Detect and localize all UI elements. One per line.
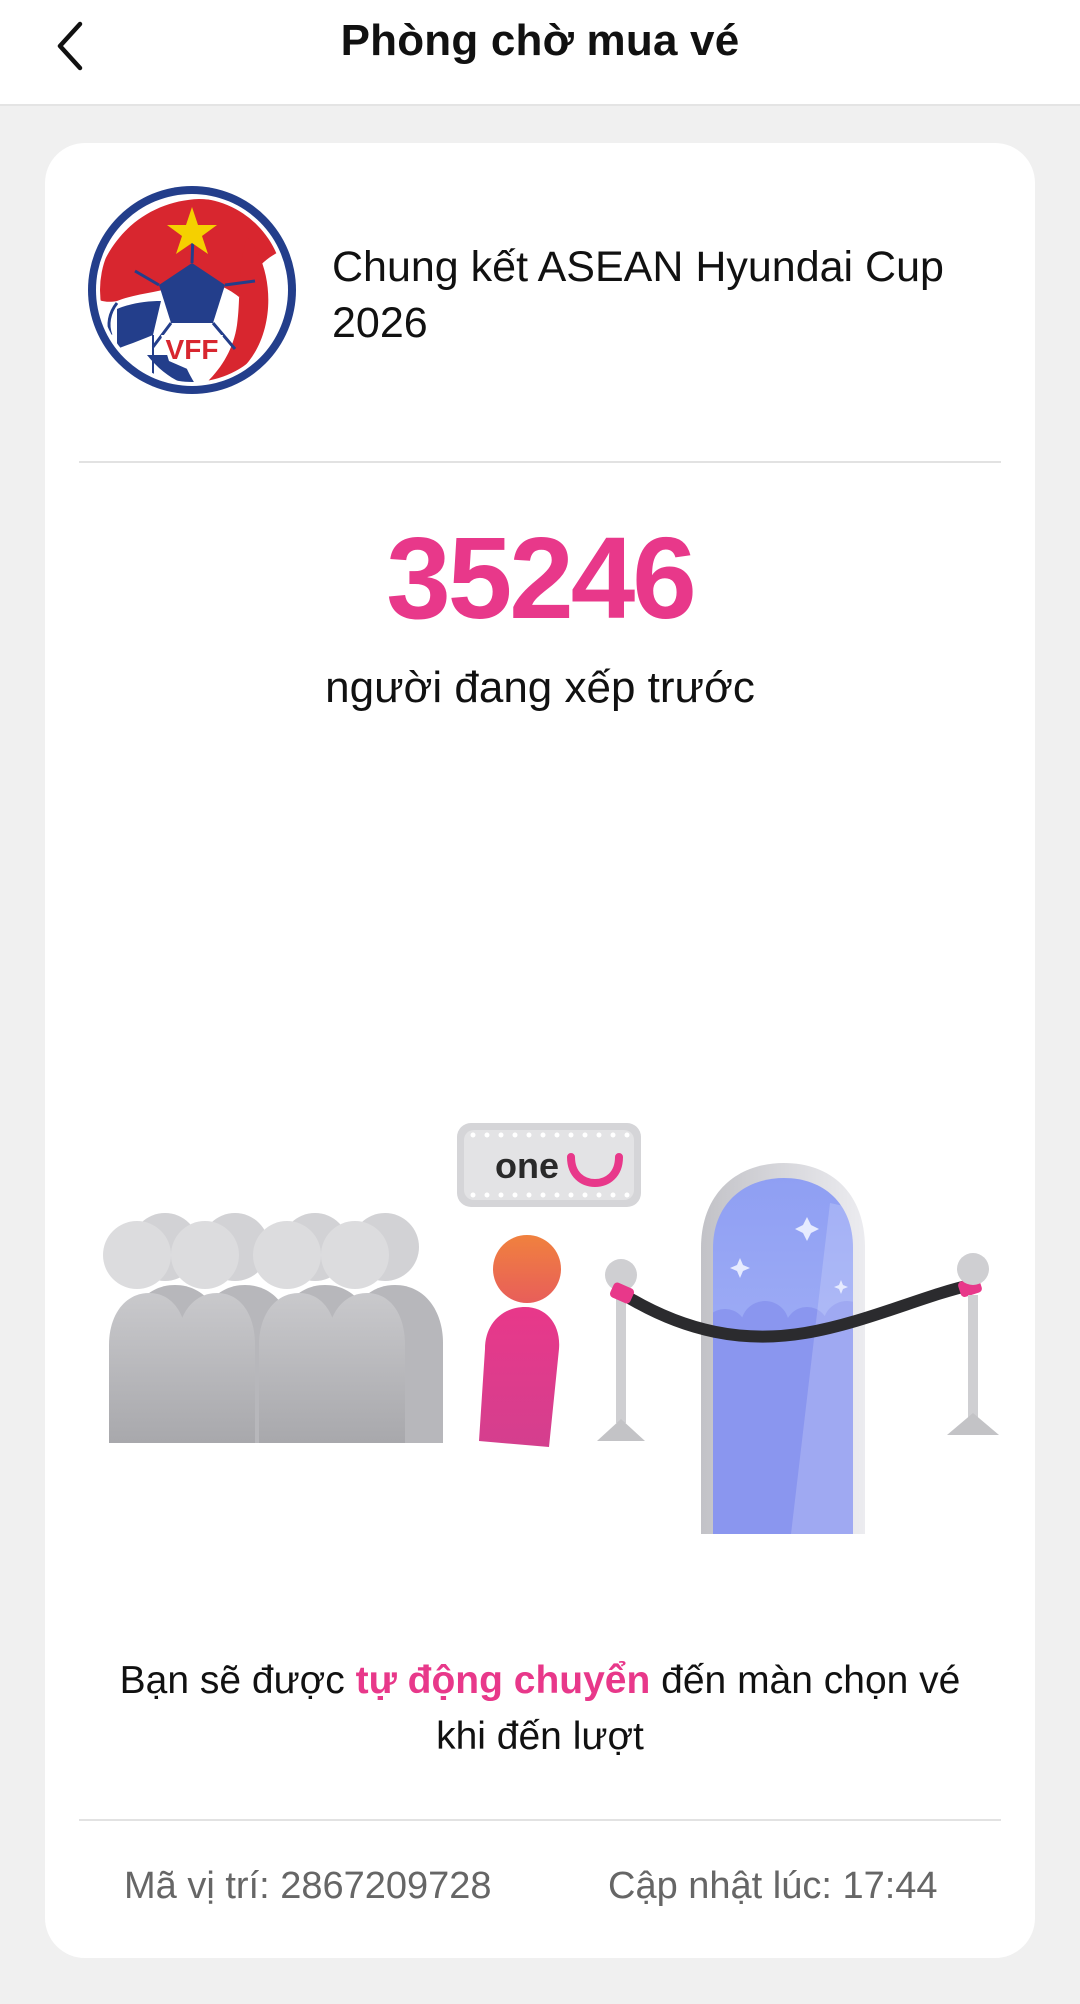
updated-time: Cập nhật lúc: 17:44 [608,1865,938,1907]
divider [79,1819,1001,1821]
queue-illustration: one [103,1123,999,1534]
notice-prefix: Bạn sẽ được [119,1659,356,1702]
queue-label: người đang xếp trước [325,663,755,712]
crowd-figures [103,1213,443,1443]
person-figure [479,1235,561,1447]
auto-redirect-notice: Bạn sẽ được tự động chuyển đến màn chọn … [95,1653,985,1765]
gate-arch [701,1163,865,1534]
queue-meta: Mã vị trí: 2867209728 Cập nhật lúc: 17:4… [45,1865,1035,1921]
vff-logo: VFF [88,186,296,394]
logo-text: VFF [166,334,219,365]
waiting-room-card: VFF Chung kết ASEAN Hyundai Cup 2026 352… [45,143,1035,1958]
stanchion-right [947,1253,999,1435]
position-code: Mã vị trí: 2867209728 [124,1865,492,1907]
queue-count: 35246 [386,513,697,643]
notice-highlight: tự động chuyển [355,1659,651,1702]
brand-sign: one [457,1123,641,1207]
page-title: Phòng chờ mua vé [340,16,740,65]
event-name: Chung kết ASEAN Hyundai Cup 2026 [332,243,944,347]
sign-text: one [495,1145,559,1186]
divider [79,461,1001,463]
top-bar: Phòng chờ mua vé [0,0,1080,106]
